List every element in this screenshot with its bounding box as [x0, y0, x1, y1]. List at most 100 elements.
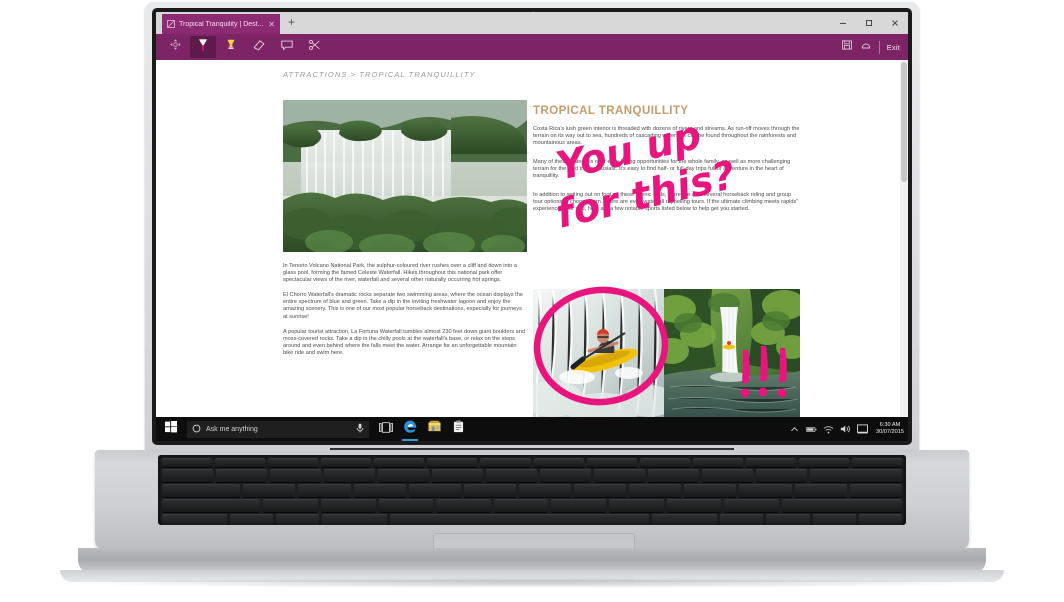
search-input[interactable]: Ask me anything — [187, 420, 369, 438]
left-column: In Tenorio Volcano National Park, the su… — [283, 100, 527, 365]
pen-tool[interactable] — [190, 36, 216, 58]
move-cursor-icon — [169, 38, 182, 56]
key — [798, 458, 850, 467]
key — [518, 484, 572, 497]
highlighter-tool[interactable] — [218, 36, 244, 58]
right-paragraph: Many of these waterfalls offer easy hiki… — [533, 159, 791, 180]
taskbar-apps — [375, 417, 469, 441]
microphone-icon[interactable] — [356, 420, 364, 438]
eraser-icon — [252, 38, 266, 57]
laptop-scene: Tropical Tranquility | Dest... ✕ + Exit … — [0, 0, 1064, 602]
taskbar-app-clipboard[interactable] — [447, 417, 469, 441]
breadcrumb: ATTRACTIONS > TROPICAL TRANQUILLITY — [283, 70, 476, 79]
key — [374, 458, 425, 467]
key — [692, 458, 743, 467]
taskbar-clock[interactable]: 6:30 AM 30/07/2015 — [874, 422, 904, 436]
wifi-icon[interactable] — [823, 417, 834, 441]
battery-icon[interactable] — [806, 417, 817, 441]
task-view-button[interactable] — [375, 417, 397, 441]
key — [408, 484, 461, 497]
key — [486, 469, 538, 482]
minimize-icon[interactable] — [830, 12, 856, 34]
key — [533, 458, 584, 467]
browser-tab[interactable]: Tropical Tranquility | Dest... ✕ — [162, 14, 280, 34]
key — [702, 469, 754, 482]
key-fn — [229, 514, 274, 525]
laptop-keyboard — [158, 455, 906, 525]
key — [216, 469, 268, 482]
keyboard-number-row — [158, 469, 906, 482]
left-paragraph: A popular tourist attraction, La Fortuna… — [283, 328, 526, 356]
key — [321, 458, 372, 467]
key — [756, 469, 808, 482]
key-windows — [276, 514, 320, 525]
edge-browser-window: Tropical Tranquility | Dest... ✕ + Exit … — [156, 12, 908, 417]
key — [298, 484, 351, 497]
comment-icon — [280, 38, 294, 57]
key — [270, 469, 322, 482]
taskbar-app-store[interactable] — [423, 417, 445, 441]
windows-start-icon — [165, 420, 177, 438]
key — [745, 458, 796, 467]
save-icon[interactable] — [841, 38, 853, 56]
action-center-icon[interactable] — [857, 417, 868, 441]
key — [852, 458, 903, 467]
key — [353, 484, 406, 497]
touch-writing-tool[interactable] — [162, 36, 188, 58]
key — [378, 499, 434, 512]
exit-button[interactable]: Exit — [887, 43, 902, 52]
store-icon — [427, 420, 441, 438]
key — [648, 469, 700, 482]
volume-icon[interactable] — [840, 417, 851, 441]
add-note-tool[interactable] — [274, 36, 300, 58]
right-paragraph: In addition to setting out on foot on th… — [533, 191, 799, 212]
eraser-tool[interactable] — [246, 36, 272, 58]
cortana-icon — [192, 420, 201, 438]
key — [629, 484, 682, 497]
key-backspace — [810, 469, 903, 482]
highlighter-icon — [224, 38, 238, 57]
keyboard-bottom-row — [158, 514, 906, 525]
key — [243, 484, 296, 497]
close-icon[interactable] — [882, 12, 908, 34]
key-arrow-right — [858, 514, 903, 525]
chevron-up-icon[interactable] — [789, 417, 800, 441]
key — [639, 458, 690, 467]
scrollbar-thumb[interactable] — [901, 62, 907, 182]
key — [551, 499, 606, 512]
clip-tool[interactable] — [302, 36, 328, 58]
key — [724, 499, 779, 512]
key — [463, 484, 516, 497]
key — [594, 469, 646, 482]
key-ctrl-right — [720, 514, 764, 525]
maximize-icon[interactable] — [856, 12, 882, 34]
share-icon[interactable] — [860, 38, 872, 56]
edge-icon — [403, 419, 418, 439]
key — [263, 499, 318, 512]
laptop-shadow — [70, 578, 994, 588]
key — [162, 458, 213, 467]
page-scrollbar[interactable] — [900, 60, 908, 417]
key — [320, 499, 376, 512]
search-placeholder-text: Ask me anything — [206, 425, 258, 433]
key-enter — [781, 499, 902, 512]
key — [324, 469, 376, 482]
windows-taskbar: Ask me anything 6:30 AM 30/07/2015 — [156, 417, 908, 441]
close-icon[interactable]: ✕ — [268, 20, 275, 29]
key — [432, 469, 484, 482]
key-arrow-left — [766, 514, 810, 525]
browser-title-bar: Tropical Tranquility | Dest... ✕ + — [156, 12, 908, 34]
system-tray: 6:30 AM 30/07/2015 — [789, 417, 904, 441]
key-space — [390, 514, 650, 525]
key — [268, 458, 319, 467]
keyboard-function-row — [158, 458, 906, 467]
key — [215, 458, 266, 467]
new-tab-button[interactable]: + — [288, 16, 295, 31]
key-tab — [162, 484, 241, 497]
taskbar-app-edge[interactable] — [399, 417, 421, 441]
hero-image — [283, 100, 527, 252]
start-button[interactable] — [156, 417, 186, 441]
key — [427, 458, 478, 467]
scissors-icon — [308, 38, 322, 57]
waterfall-photo — [664, 289, 800, 417]
